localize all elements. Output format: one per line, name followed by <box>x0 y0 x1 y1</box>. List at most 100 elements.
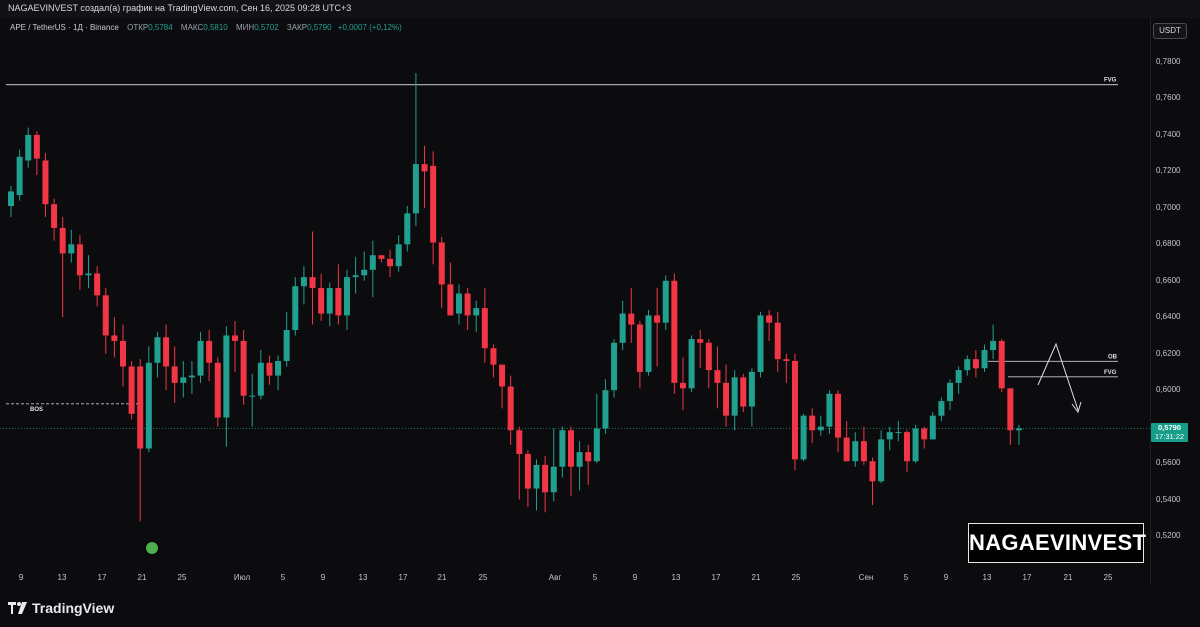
footer-bar <box>0 587 1200 627</box>
candle-body <box>128 366 135 414</box>
candle-body <box>723 382 730 416</box>
time-tick: 13 <box>671 573 681 582</box>
price-tick: 0,6600 <box>1156 275 1181 285</box>
low-value: 0,5702 <box>254 23 279 32</box>
time-tick: 5 <box>903 573 909 582</box>
candle-body <box>223 335 230 418</box>
candle-body <box>318 288 325 314</box>
candle-body <box>912 428 919 462</box>
candle-body <box>800 415 807 460</box>
candle-body <box>430 165 437 243</box>
time-tick: 5 <box>592 573 598 582</box>
candle-body <box>895 432 902 434</box>
ob-label: OB <box>1108 354 1118 360</box>
candle-body <box>903 432 910 462</box>
price-tick: 0,6000 <box>1156 385 1181 395</box>
candle-body <box>16 156 23 196</box>
time-tick: Сен <box>858 573 874 582</box>
candle-body <box>42 160 49 205</box>
open-value: 0,5784 <box>148 23 173 32</box>
candle-body <box>481 308 488 349</box>
candle-body <box>292 286 299 330</box>
candle-body <box>1007 388 1014 431</box>
candle-body <box>507 386 514 431</box>
open-label: ОТКР <box>127 23 149 32</box>
currency-button[interactable]: USDT <box>1153 23 1187 39</box>
candle-body <box>266 362 273 376</box>
candle-body <box>679 382 686 389</box>
candle-body <box>809 415 816 431</box>
candle-body <box>395 244 402 267</box>
candle-body <box>835 393 842 438</box>
candle-body <box>593 428 600 462</box>
candle-body <box>516 430 523 454</box>
high-value: 0,5810 <box>203 23 228 32</box>
candle-body <box>559 430 566 467</box>
price-tick: 0,7000 <box>1156 202 1181 212</box>
tradingview-logo[interactable]: TradingView <box>8 600 114 616</box>
candle-body <box>860 441 867 462</box>
candle-body <box>671 280 678 383</box>
price-tick: 0,6800 <box>1156 239 1181 249</box>
time-tick: 25 <box>1103 573 1113 582</box>
candle-body <box>8 191 14 207</box>
candle-body <box>257 362 264 396</box>
candle-body <box>757 315 764 372</box>
candle-body <box>852 441 859 462</box>
candle-body <box>1015 428 1022 431</box>
candle-body <box>51 204 58 228</box>
price-tick: 0,7400 <box>1156 129 1181 139</box>
candle-body <box>490 348 497 365</box>
candle-body <box>533 464 540 489</box>
candle-body <box>438 242 445 285</box>
candle-body <box>585 452 592 462</box>
candle-body <box>645 315 652 372</box>
candle-body <box>163 337 170 367</box>
candle-body <box>576 452 583 467</box>
candle-body <box>197 340 204 376</box>
candle-body <box>154 337 161 363</box>
bar-countdown: 17:31:22 <box>1154 432 1185 441</box>
time-tick: 21 <box>437 573 447 582</box>
tradingview-icon <box>8 602 27 614</box>
candle-body <box>654 315 661 323</box>
candle-body <box>59 227 66 254</box>
candle-body <box>774 322 781 360</box>
bos-label: BOS <box>30 407 43 413</box>
candle-body <box>705 342 712 371</box>
candle-body <box>335 288 342 316</box>
time-tick: 13 <box>358 573 368 582</box>
candle-body <box>817 426 824 431</box>
candle-body <box>740 377 747 407</box>
candle-body <box>421 164 428 172</box>
time-tick: 21 <box>751 573 761 582</box>
time-tick: 25 <box>177 573 187 582</box>
fvg-right-label: FVG <box>1104 370 1117 376</box>
candle-body <box>981 350 988 369</box>
candle-body <box>688 339 695 389</box>
candle-body <box>998 340 1005 389</box>
price-tick: 0,5400 <box>1156 494 1181 504</box>
candle-body <box>697 339 704 343</box>
change-value: +0,0007 (+0,12%) <box>337 23 402 32</box>
candle-body <box>171 366 178 383</box>
candle-body <box>766 315 773 323</box>
candle-body <box>180 377 187 383</box>
time-tick: 25 <box>791 573 801 582</box>
candle-body <box>387 258 394 267</box>
price-tick: 0,7800 <box>1156 57 1181 66</box>
candle-body <box>361 269 368 276</box>
candle-body <box>145 362 152 449</box>
symbol-name[interactable]: APE / TetherUS · 1Д · Binance <box>10 23 119 32</box>
candle-body <box>33 134 40 159</box>
current-price-value: 0,5790 <box>1158 423 1181 432</box>
price-tick: 0,7200 <box>1156 166 1181 176</box>
candle-body <box>76 244 83 276</box>
candle-body <box>412 164 419 214</box>
close-value: 0,5790 <box>307 23 332 32</box>
time-tick: 21 <box>1063 573 1073 582</box>
candle-body <box>938 401 945 416</box>
candle-body <box>499 364 506 387</box>
candle-body <box>843 437 850 462</box>
candle-body <box>231 335 238 341</box>
